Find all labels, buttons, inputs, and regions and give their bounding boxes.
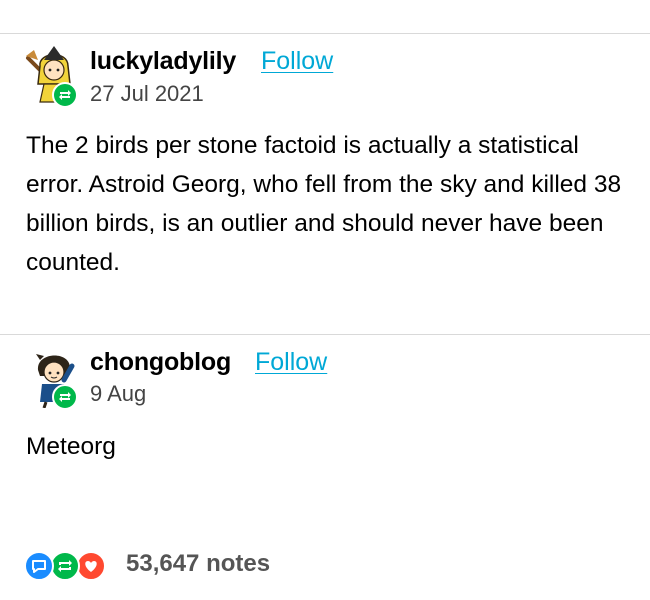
post-body: Meteorg [26, 433, 116, 460]
reblog-icon [59, 392, 71, 402]
reblog-badge [52, 384, 78, 410]
avatar[interactable] [24, 44, 86, 108]
top-divider [0, 33, 650, 34]
notes-bar: 53,647 notes [24, 548, 424, 584]
post-username[interactable]: luckyladylily [90, 47, 236, 76]
follow-button[interactable]: Follow [261, 47, 333, 76]
reblog-icon[interactable] [50, 551, 80, 581]
post-body: The 2 birds per stone factoid is actuall… [26, 132, 622, 276]
avatar[interactable] [24, 346, 86, 410]
post-date: 27 Jul 2021 [90, 81, 204, 106]
follow-button[interactable]: Follow [255, 348, 327, 377]
comment-icon[interactable] [24, 551, 54, 581]
reblog-badge [52, 82, 78, 108]
post-date: 9 Aug [90, 381, 147, 406]
post-divider [0, 334, 650, 335]
post-username[interactable]: chongoblog [90, 348, 231, 377]
notes-count[interactable]: 53,647 notes [126, 550, 270, 578]
reblog-icon [59, 90, 71, 100]
heart-icon[interactable] [76, 551, 106, 581]
